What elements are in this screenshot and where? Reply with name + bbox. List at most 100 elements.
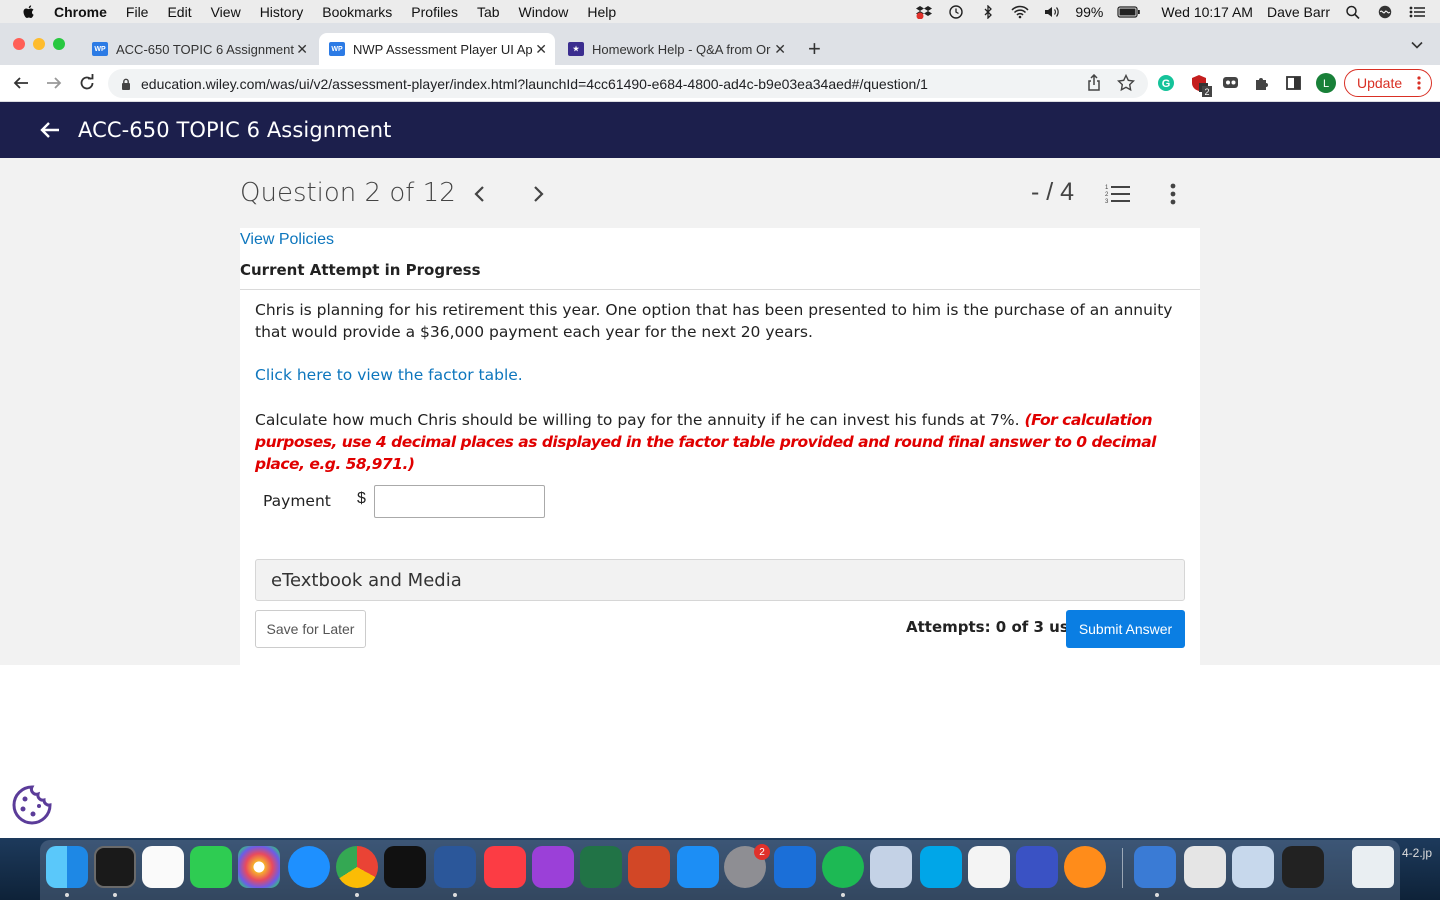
more-vert-icon [1417,76,1421,90]
bookmark-star-icon[interactable] [1117,74,1135,92]
more-options-icon[interactable] [1166,182,1180,206]
snapchat-camera-icon[interactable] [1064,846,1106,888]
word-icon[interactable] [434,846,476,888]
document-folder-icon[interactable] [1232,846,1274,888]
forward-arrow-icon[interactable] [45,74,63,92]
user-name[interactable]: Dave Barr [1267,4,1330,20]
wileyplus-favicon-icon: WP [92,42,108,56]
menu-window[interactable]: Window [519,4,569,20]
address-bar[interactable]: education.wiley.com/was/ui/v2/assessment… [108,69,1148,98]
new-tab-button[interactable]: + [808,36,821,62]
previous-question-icon[interactable] [470,184,490,204]
tab-nwp-assessment-player[interactable]: WP NWP Assessment Player UI Ap ✕ [319,33,555,65]
desktop-file-label[interactable]: 4-2.jp [1402,846,1432,860]
address-url[interactable]: education.wiley.com/was/ui/v2/assessment… [141,76,928,92]
close-tab-icon[interactable]: ✕ [774,41,786,58]
textedit-icon[interactable] [1184,846,1226,888]
divider [240,289,1200,290]
dropbox-icon[interactable] [915,5,933,19]
menu-edit[interactable]: Edit [167,4,191,20]
podcasts-icon[interactable] [532,846,574,888]
preview-icon[interactable] [870,846,912,888]
reminders-icon[interactable] [142,846,184,888]
cookie-settings-icon[interactable] [11,784,53,826]
submit-answer-button[interactable]: Submit Answer [1066,610,1185,648]
back-to-assignment-icon[interactable] [38,118,62,142]
maximize-window-button[interactable] [53,38,65,50]
menu-view[interactable]: View [211,4,241,20]
close-tab-icon[interactable]: ✕ [535,41,547,58]
tab-title: NWP Assessment Player UI Ap [353,41,533,57]
siri-icon[interactable] [1376,5,1394,19]
grammarly-extension-icon[interactable]: G [1157,74,1175,92]
extensions-puzzle-icon[interactable] [1253,74,1271,92]
bluetooth-file-exchange-icon[interactable] [774,846,816,888]
powerpoint-icon[interactable] [628,846,670,888]
cast-extension-icon[interactable] [1222,74,1240,92]
chrome-icon[interactable] [336,846,378,888]
share-icon[interactable] [1085,74,1103,92]
view-policies-link[interactable]: View Policies [240,231,334,249]
activity-monitor-icon[interactable] [94,846,136,888]
menu-file[interactable]: File [126,4,149,20]
minimize-window-button[interactable] [33,38,45,50]
tab-homework-help[interactable]: ★ Homework Help - Q&A from Or ✕ [558,33,794,65]
safari-icon[interactable] [288,846,330,888]
question-instruction: Calculate how much Chris should be willi… [255,409,1190,475]
close-tab-icon[interactable]: ✕ [296,41,308,58]
factor-table-link[interactable]: Click here to view the factor table. [255,366,523,384]
profile-avatar[interactable]: L [1316,73,1336,93]
payment-input[interactable] [374,485,545,518]
attempts-counter: Attempts: 0 of 3 used [906,618,1090,636]
side-panel-icon[interactable] [1285,74,1303,92]
tab-search-chevron-icon[interactable] [1410,38,1424,52]
spotify-icon[interactable] [822,846,864,888]
volume-icon[interactable] [1043,5,1061,19]
assignment-title: ACC-650 TOPIC 6 Assignment [78,118,392,142]
question-text: Chris is planning for his retirement thi… [255,301,1173,341]
photos-icon[interactable] [238,846,280,888]
facetime-icon[interactable] [190,846,232,888]
menu-app-name[interactable]: Chrome [54,4,107,20]
spotlight-search-icon[interactable] [1344,5,1362,19]
battery-icon[interactable] [1117,5,1141,19]
apple-tv-icon[interactable] [384,846,426,888]
menu-history[interactable]: History [260,4,304,20]
running-indicator [1155,893,1159,897]
time-machine-icon[interactable] [947,4,965,19]
bluetooth-icon[interactable] [979,4,997,19]
zoom-icon[interactable] [920,846,962,888]
close-window-button[interactable] [13,38,25,50]
clock[interactable]: Wed 10:17 AM [1161,4,1253,20]
reload-icon[interactable] [78,74,96,92]
news-icon[interactable] [968,846,1010,888]
running-indicator [113,893,117,897]
tab-acc650-assignment[interactable]: WP ACC-650 TOPIC 6 Assignment ✕ [82,33,316,65]
apple-icon[interactable] [22,4,36,20]
running-indicator [841,893,845,897]
excel-icon[interactable] [580,846,622,888]
back-arrow-icon[interactable] [12,74,30,92]
trash-icon[interactable] [1352,846,1394,888]
menu-profiles[interactable]: Profiles [411,4,458,20]
update-chrome-button[interactable]: Update [1344,69,1432,97]
keynote-icon[interactable] [1016,846,1058,888]
wifi-icon[interactable] [1011,5,1029,19]
question-list-icon[interactable]: 123 [1104,182,1132,206]
etextbook-media-section[interactable]: eTextbook and Media [255,559,1185,601]
migration-assistant-icon[interactable] [1134,846,1176,888]
update-label: Update [1357,75,1403,91]
printer-icon[interactable] [1282,846,1324,888]
music-icon[interactable] [484,846,526,888]
lock-icon[interactable] [121,78,131,90]
question-bar [0,158,1440,228]
menu-help[interactable]: Help [587,4,616,20]
svg-text:G: G [1162,78,1171,90]
save-for-later-button[interactable]: Save for Later [255,610,366,648]
next-question-icon[interactable] [528,184,548,204]
menu-tab[interactable]: Tab [477,4,500,20]
control-center-icon[interactable] [1408,5,1426,19]
menu-bookmarks[interactable]: Bookmarks [322,4,392,20]
app-store-icon[interactable] [677,846,719,888]
finder-icon[interactable] [46,846,88,888]
